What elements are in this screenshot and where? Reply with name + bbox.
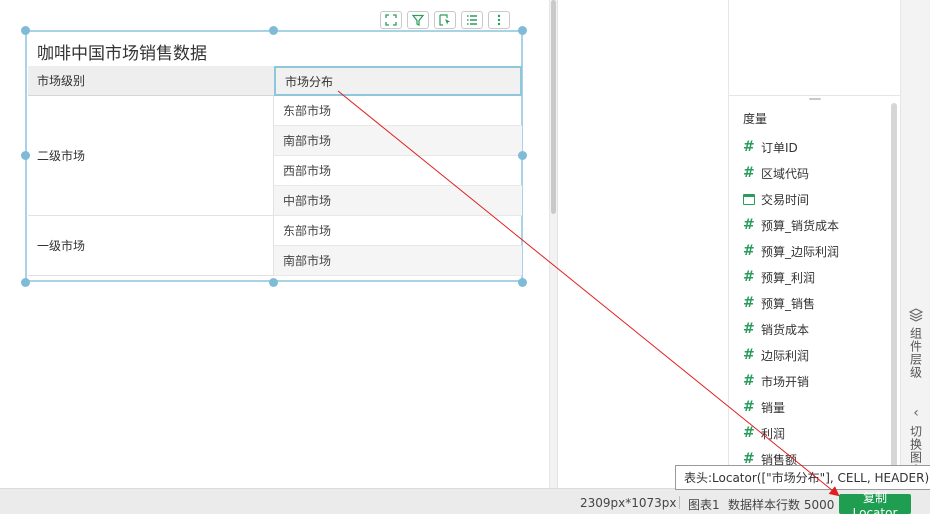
table-cell[interactable]: 南部市场 (274, 126, 522, 156)
measure-field[interactable]: # 预算_利润 (743, 264, 893, 290)
resize-handle-ml[interactable] (21, 151, 30, 160)
hash-icon: # (743, 243, 755, 259)
hash-icon: # (743, 165, 755, 181)
locator-tooltip: 表头:Locator(["市场分布"], CELL, HEADER) (675, 465, 930, 490)
measure-field-label: 预算_边际利润 (761, 244, 840, 259)
resize-handle-br[interactable] (518, 278, 527, 287)
field-panel-scrollbar[interactable] (891, 103, 897, 488)
measure-field-label: 市场开销 (761, 374, 810, 389)
measure-field-label: 销量 (761, 400, 786, 415)
table-cell[interactable]: 中部市场 (274, 186, 522, 216)
measure-field[interactable]: # 订单ID (743, 134, 893, 160)
layers-button[interactable]: 组件层级 (901, 307, 930, 379)
measure-field-label: 订单ID (761, 140, 798, 155)
resize-handle-tr[interactable] (518, 26, 527, 35)
widget-title: 咖啡中国市场销售数据 (37, 44, 207, 64)
panel-splitter[interactable] (809, 98, 821, 100)
header-cell-market-level[interactable]: 市场级别 (28, 66, 274, 96)
measure-list: # 订单ID # 区域代码交易时间 # 预算_销货成本 # 预算_边际利润 # 预算_利润 # 预算_… (743, 134, 893, 472)
measure-field-label: 销货成本 (761, 322, 810, 337)
hash-icon: # (743, 295, 755, 311)
canvas-size: 2309px*1073px (580, 496, 677, 510)
measure-field[interactable]: # 预算_销售 (743, 290, 893, 316)
header-cell-market-distribution[interactable]: 市场分布 (274, 66, 522, 96)
row-group-cell[interactable]: 一级市场 (28, 216, 274, 276)
measure-field-label: 边际利润 (761, 348, 810, 363)
status-bar: 2309px*1073px 图表1 数据样本行数 5000 (0, 488, 930, 514)
list-button[interactable] (461, 11, 483, 29)
measure-field[interactable]: # 销货成本 (743, 316, 893, 342)
resize-handle-mr[interactable] (518, 151, 527, 160)
hash-icon: # (743, 269, 755, 285)
measure-field-label: 预算_销售 (761, 296, 816, 311)
select-button[interactable] (434, 11, 456, 29)
resize-handle-bm[interactable] (269, 278, 278, 287)
measure-field[interactable]: 交易时间 (743, 186, 893, 212)
resize-handle-bl[interactable] (21, 278, 30, 287)
measure-field-label: 预算_利润 (761, 270, 816, 285)
widget-toolbar (380, 11, 510, 29)
property-panel (557, 0, 728, 488)
table-cell[interactable]: 东部市场 (274, 96, 522, 126)
measure-field-label: 利润 (761, 426, 786, 441)
hash-icon: # (743, 217, 755, 233)
copy-locator-button[interactable]: 复制Locator (839, 491, 911, 520)
layers-icon (908, 308, 924, 322)
table-cell[interactable]: 东部市场 (274, 216, 522, 246)
hash-icon: # (743, 373, 755, 389)
expand-button[interactable] (380, 11, 402, 29)
filter-icon (412, 14, 424, 26)
table-widget[interactable]: 咖啡中国市场销售数据 市场级别 市场分布 二级市场 东部市场 南部市场 西部市场 中部市场一… (25, 30, 523, 282)
measure-field[interactable]: # 区域代码 (743, 160, 893, 186)
cursor-select-icon (439, 14, 450, 26)
table-cell[interactable]: 南部市场 (274, 246, 522, 276)
list-icon (467, 15, 477, 25)
hash-icon: # (743, 425, 755, 441)
status-divider (679, 496, 680, 509)
measure-field-label: 区域代码 (761, 166, 810, 181)
canvas-scrollbar[interactable] (549, 0, 557, 488)
side-rail: 组件层级 ‹ 切换图表 (900, 0, 930, 488)
data-table: 市场级别 市场分布 二级市场 东部市场 南部市场 西部市场 中部市场 一级市场 东部市场 南部市场 (28, 66, 522, 280)
measures-title: 度量 (743, 112, 768, 126)
measure-field[interactable]: # 利润 (743, 420, 893, 446)
expand-icon (385, 14, 397, 26)
measure-field[interactable]: # 预算_销货成本 (743, 212, 893, 238)
more-button[interactable] (488, 11, 510, 29)
hash-icon: # (743, 321, 755, 337)
hash-icon: # (743, 399, 755, 415)
layers-label: 组件层级 (908, 327, 923, 379)
field-panel: 度量 # 订单ID # 区域代码 交易时间 # 预算_销货成本 # 预算_边际利润 # 预算_利润 #… (728, 0, 900, 488)
filter-button[interactable] (407, 11, 429, 29)
row-group-cell[interactable]: 二级市场 (28, 96, 274, 216)
chart-name: 图表1 (688, 498, 720, 512)
measure-field-label: 预算_销货成本 (761, 218, 840, 233)
resize-handle-tm[interactable] (269, 26, 278, 35)
hash-icon: # (743, 139, 755, 155)
measure-field[interactable]: # 市场开销 (743, 368, 893, 394)
table-cell[interactable]: 西部市场 (274, 156, 522, 186)
measure-field-label: 交易时间 (761, 192, 810, 207)
sample-row-count: 数据样本行数 5000 (728, 498, 835, 512)
more-vertical-icon (497, 14, 501, 26)
measure-field[interactable]: # 预算_边际利润 (743, 238, 893, 264)
measure-field[interactable]: # 边际利润 (743, 342, 893, 368)
canvas-scrollbar-thumb[interactable] (551, 0, 556, 214)
dimension-area (729, 0, 900, 96)
calendar-icon (743, 193, 761, 205)
hash-icon: # (743, 347, 755, 363)
resize-handle-tl[interactable] (21, 26, 30, 35)
measure-field[interactable]: # 销量 (743, 394, 893, 420)
chevron-left-icon: ‹ (913, 405, 919, 421)
